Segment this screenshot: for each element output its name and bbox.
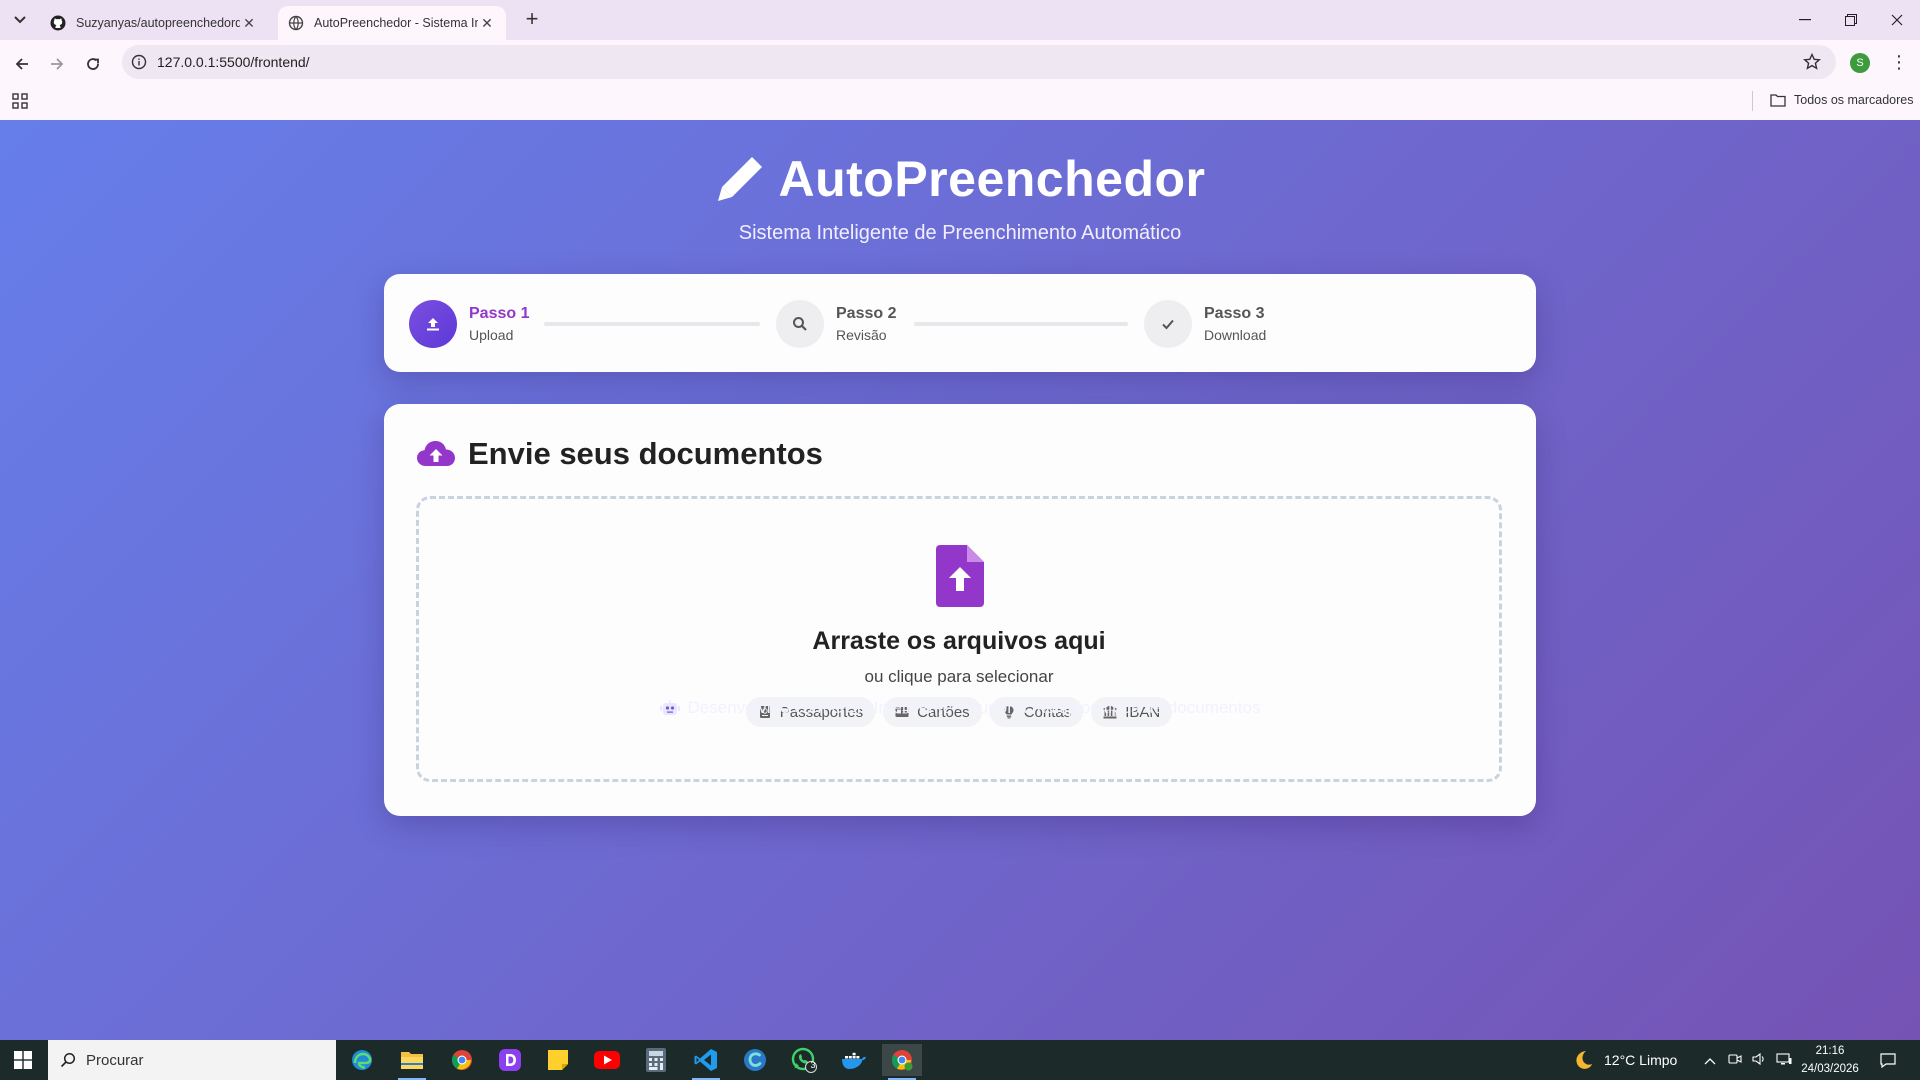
- volume-icon[interactable]: [1752, 1052, 1766, 1069]
- step-number: Passo 1: [469, 305, 530, 322]
- moon-icon: [1576, 1051, 1592, 1069]
- app-title: AutoPreenchedor: [714, 150, 1205, 208]
- file-explorer-app[interactable]: [392, 1044, 432, 1080]
- copilot-app[interactable]: [735, 1044, 775, 1076]
- calculator-app[interactable]: [636, 1044, 676, 1076]
- close-icon[interactable]: ✕: [240, 15, 258, 32]
- tab-title: AutoPreenchedor - Sistema Inte...: [314, 16, 478, 30]
- step-number: Passo 3: [1204, 305, 1265, 322]
- browser-tab-github[interactable]: Suzyanyas/autopreenchedordo... ✕: [40, 6, 268, 40]
- sticky-notes-app[interactable]: [538, 1044, 578, 1076]
- upload-section-title: Envie seus documentos: [416, 436, 823, 472]
- profile-avatar[interactable]: S: [1850, 53, 1870, 73]
- weather-text: 12°C Limpo: [1604, 1052, 1678, 1068]
- clock-time: 21:16: [1815, 1045, 1845, 1057]
- github-icon: [50, 15, 66, 31]
- pencil-icon: [718, 157, 763, 201]
- restore-button[interactable]: [1828, 0, 1874, 40]
- check-icon: [1144, 300, 1192, 348]
- bookmarks-separator: [1752, 91, 1753, 111]
- bookmark-star-icon[interactable]: [1802, 52, 1822, 72]
- cloud-upload-icon: [417, 441, 455, 466]
- tab-title: Suzyanyas/autopreenchedordo...: [76, 16, 240, 30]
- reload-button[interactable]: [79, 50, 107, 78]
- all-bookmarks-label: Todos os marcadores: [1794, 93, 1914, 107]
- step-review[interactable]: Passo 2 Revisão: [776, 300, 896, 348]
- folder-icon: [1770, 94, 1786, 107]
- tab-search-button[interactable]: [8, 8, 32, 32]
- progress-steps-card: Passo 1 Upload Passo 2 Revisão Passo 3 D…: [384, 274, 1536, 372]
- new-tab-button[interactable]: +: [520, 8, 544, 32]
- close-icon[interactable]: ✕: [478, 15, 496, 32]
- drop-subtitle: ou clique para selecionar: [864, 667, 1054, 686]
- taskbar-clock[interactable]: 21:16 24/03/2026: [1792, 1042, 1868, 1078]
- system-tray: [1704, 1040, 1792, 1080]
- globe-icon: [288, 15, 304, 31]
- step-connector: [544, 322, 760, 326]
- step-number: Passo 2: [836, 305, 897, 322]
- meet-now-icon[interactable]: [1728, 1052, 1742, 1069]
- apps-grid-icon[interactable]: [11, 92, 29, 110]
- windows-icon: [14, 1051, 32, 1069]
- clock-date: 24/03/2026: [1801, 1063, 1859, 1075]
- taskbar-search-placeholder: Procurar: [86, 1051, 144, 1069]
- drop-title: Arraste os arquivos aqui: [812, 627, 1106, 655]
- vscode-app[interactable]: [686, 1044, 726, 1080]
- upload-card: Envie seus documentos Arraste os arquivo…: [384, 404, 1536, 816]
- youtube-app[interactable]: [587, 1044, 627, 1076]
- chevron-up-icon[interactable]: [1704, 1052, 1716, 1068]
- url-text: 127.0.0.1:5500/frontend/: [157, 54, 310, 70]
- search-icon: [60, 1052, 76, 1068]
- whatsapp-badge: 3: [810, 1060, 816, 1070]
- upload-section-title-text: Envie seus documentos: [468, 436, 823, 471]
- app-title-text: AutoPreenchedor: [778, 151, 1206, 207]
- browser-menu-icon[interactable]: ⋮: [1889, 52, 1909, 74]
- minimize-button[interactable]: [1782, 0, 1828, 40]
- step-label: Download: [1204, 327, 1267, 343]
- notifications-icon[interactable]: [1880, 1040, 1896, 1080]
- network-icon[interactable]: [1776, 1052, 1792, 1069]
- address-bar[interactable]: 127.0.0.1:5500/frontend/: [122, 45, 1836, 79]
- forward-button[interactable]: [43, 50, 71, 78]
- page-footer: Desenvolvido com OCR Inteligente • Supor…: [0, 698, 1920, 718]
- app-subtitle: Sistema Inteligente de Preenchimento Aut…: [738, 222, 1182, 244]
- purple-app[interactable]: [490, 1044, 530, 1076]
- file-dropzone[interactable]: Arraste os arquivos aqui ou clique para …: [416, 496, 1502, 782]
- edge-app[interactable]: [342, 1044, 382, 1076]
- file-upload-icon: [936, 545, 984, 607]
- all-bookmarks-button[interactable]: Todos os marcadores: [1770, 90, 1914, 110]
- taskbar-search[interactable]: Procurar: [48, 1040, 336, 1080]
- site-info-icon[interactable]: [130, 53, 148, 71]
- weather-widget[interactable]: 12°C Limpo: [1572, 1040, 1677, 1080]
- close-window-button[interactable]: [1874, 0, 1920, 40]
- upload-icon: [409, 300, 457, 348]
- bookmarks-bar: [0, 84, 1920, 120]
- search-icon: [776, 300, 824, 348]
- step-label: Upload: [469, 327, 514, 343]
- app-page: AutoPreenchedor Sistema Inteligente de P…: [0, 120, 1920, 1040]
- chrome-app-active[interactable]: [882, 1044, 922, 1080]
- robot-icon: [659, 700, 680, 715]
- chrome-app[interactable]: [442, 1044, 482, 1076]
- docker-app[interactable]: [834, 1044, 874, 1076]
- whatsapp-app[interactable]: 3: [784, 1044, 824, 1076]
- back-button[interactable]: [8, 50, 36, 78]
- app-header: AutoPreenchedor Sistema Inteligente de P…: [0, 150, 1920, 245]
- footer-text: Desenvolvido com OCR Inteligente • Supor…: [687, 698, 1261, 717]
- step-label: Revisão: [836, 327, 887, 343]
- step-upload[interactable]: Passo 1 Upload: [409, 300, 529, 348]
- browser-tab-autopreenchedor[interactable]: AutoPreenchedor - Sistema Inte... ✕: [278, 6, 506, 40]
- step-download[interactable]: Passo 3 Download: [1144, 300, 1266, 348]
- step-connector: [914, 322, 1128, 326]
- start-button[interactable]: [0, 1040, 46, 1080]
